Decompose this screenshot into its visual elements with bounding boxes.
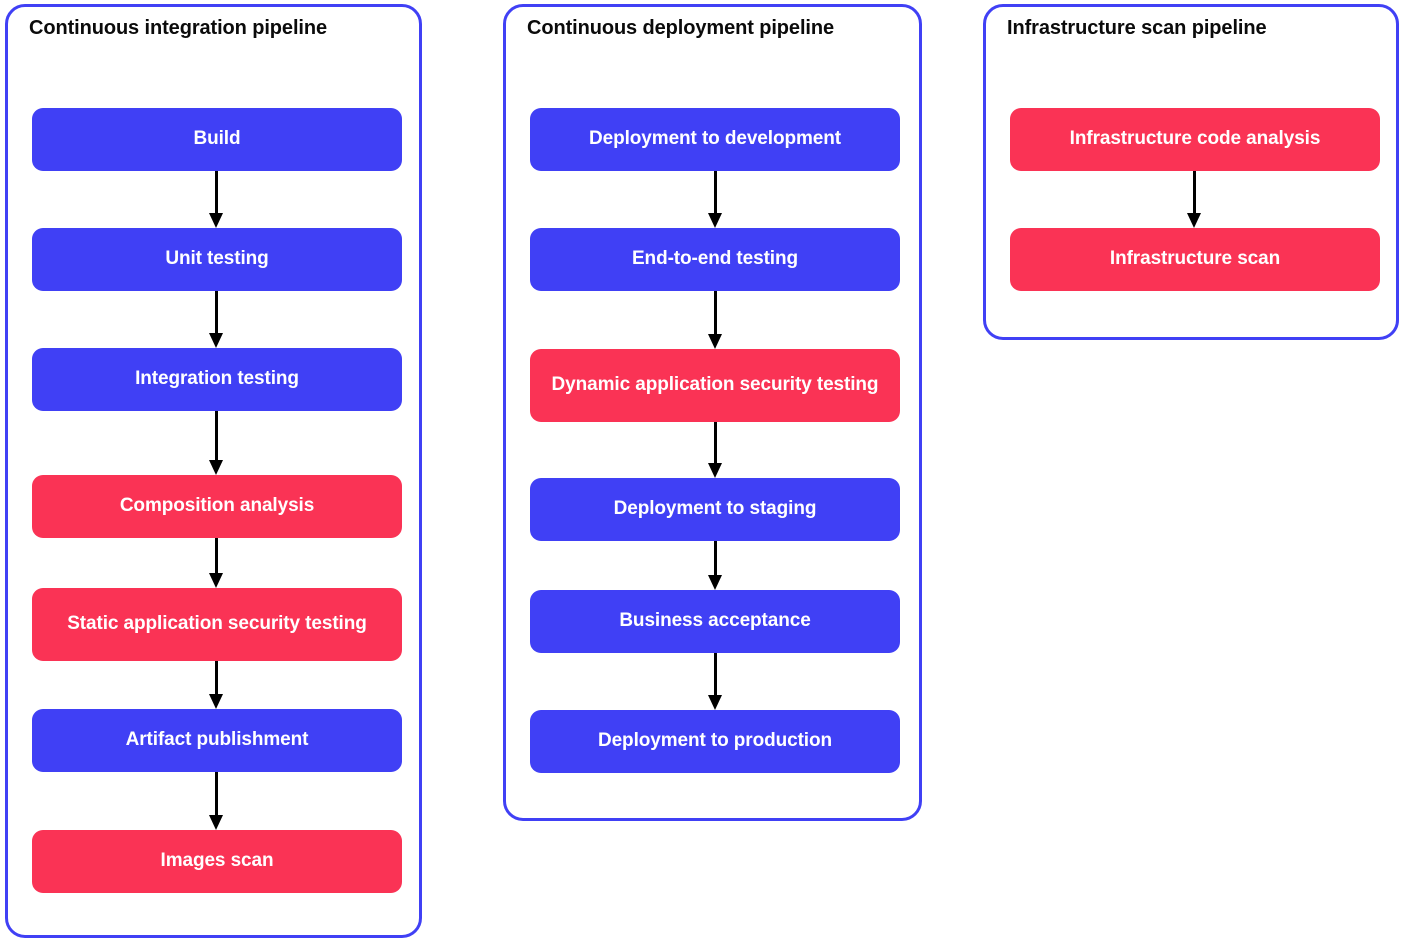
stage-composition-analysis[interactable]: Composition analysis: [32, 475, 402, 538]
pipeline-continuous-deployment: Continuous deployment pipeline Deploymen…: [503, 4, 922, 821]
stage-infrastructure-code-analysis[interactable]: Infrastructure code analysis: [1010, 108, 1380, 171]
diagram-canvas: Continuous integration pipeline Build Un…: [0, 0, 1404, 944]
stage-static-application-security-testing[interactable]: Static application security testing: [32, 588, 402, 661]
pipeline-infrastructure-scan: Infrastructure scan pipeline Infrastruct…: [983, 4, 1399, 340]
pipeline-title-infrastructure-scan: Infrastructure scan pipeline: [1007, 17, 1267, 39]
arrow-end-to-end-testing-to-dynamic-application-security-testing: [706, 291, 726, 349]
stage-build[interactable]: Build: [32, 108, 402, 171]
pipeline-title-continuous-deployment: Continuous deployment pipeline: [527, 17, 835, 39]
arrow-dynamic-application-security-testing-to-deployment-to-staging: [706, 422, 726, 478]
arrow-business-acceptance-to-deployment-to-production: [706, 653, 726, 710]
stage-deployment-to-development[interactable]: Deployment to development: [530, 108, 900, 171]
arrow-deployment-to-development-to-end-to-end-testing: [706, 171, 726, 228]
stage-infrastructure-scan[interactable]: Infrastructure scan: [1010, 228, 1380, 291]
arrow-unit-testing-to-integration-testing: [207, 291, 227, 348]
arrow-build-to-unit-testing: [207, 171, 227, 228]
stage-artifact-publishment[interactable]: Artifact publishment: [32, 709, 402, 772]
arrow-composition-analysis-to-static-application-security-testing: [207, 538, 227, 588]
stage-integration-testing[interactable]: Integration testing: [32, 348, 402, 411]
stage-images-scan[interactable]: Images scan: [32, 830, 402, 893]
arrow-integration-testing-to-composition-analysis: [207, 411, 227, 475]
arrow-artifact-publishment-to-images-scan: [207, 772, 227, 830]
arrow-deployment-to-staging-to-business-acceptance: [706, 541, 726, 590]
stage-unit-testing[interactable]: Unit testing: [32, 228, 402, 291]
stage-deployment-to-production[interactable]: Deployment to production: [530, 710, 900, 773]
stage-dynamic-application-security-testing[interactable]: Dynamic application security testing: [530, 349, 900, 422]
stage-deployment-to-staging[interactable]: Deployment to staging: [530, 478, 900, 541]
arrow-static-application-security-testing-to-artifact-publishment: [207, 661, 227, 709]
stage-business-acceptance[interactable]: Business acceptance: [530, 590, 900, 653]
arrow-infrastructure-code-analysis-to-infrastructure-scan: [1185, 171, 1205, 228]
stage-end-to-end-testing[interactable]: End-to-end testing: [530, 228, 900, 291]
pipeline-title-continuous-integration: Continuous integration pipeline: [29, 17, 327, 39]
pipeline-continuous-integration: Continuous integration pipeline Build Un…: [5, 4, 422, 938]
